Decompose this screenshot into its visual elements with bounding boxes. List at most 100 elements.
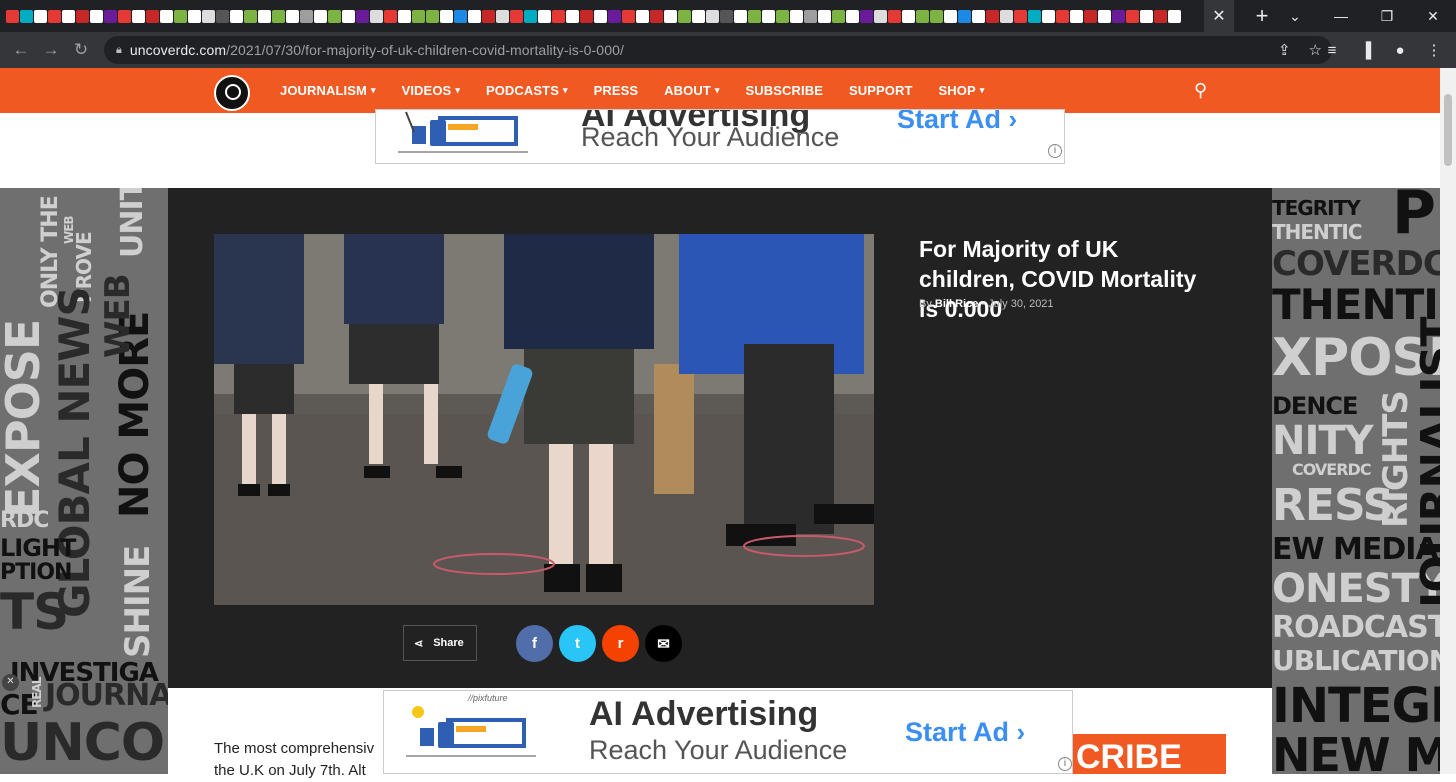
tab-favicon[interactable]: [874, 9, 887, 23]
page-scrollbar[interactable]: [1440, 68, 1456, 774]
address-bar[interactable]: 🔒︎ uncoverdc.com/2021/07/30/for-majority…: [104, 36, 1332, 64]
tab-favicon[interactable]: [832, 9, 845, 23]
tab-favicon[interactable]: [146, 9, 159, 23]
forward-arrow-icon[interactable]: →: [36, 40, 66, 60]
tab-favicon[interactable]: [1056, 9, 1069, 23]
tab-favicon[interactable]: [986, 9, 999, 23]
tab-close-icon[interactable]: ✕: [1210, 6, 1228, 26]
tab-favicon[interactable]: [860, 9, 873, 23]
author-link[interactable]: Bill Rice: [935, 298, 978, 310]
tab-favicon[interactable]: [510, 9, 523, 23]
site-logo[interactable]: [214, 75, 250, 111]
share-button[interactable]: ⋖ Share: [403, 625, 477, 661]
tab-favicon[interactable]: [440, 9, 453, 23]
tab-favicon[interactable]: [902, 9, 915, 23]
tab-favicon[interactable]: [524, 9, 537, 23]
active-tab[interactable]: ✕: [1204, 0, 1234, 32]
tab-favicon[interactable]: [678, 9, 691, 23]
tab-favicon[interactable]: [720, 9, 733, 23]
close-ad-icon[interactable]: ✕: [2, 674, 19, 691]
tab-favicon[interactable]: [1014, 9, 1027, 23]
tab-favicon[interactable]: [1028, 9, 1041, 23]
new-tab-button[interactable]: +: [1250, 3, 1274, 29]
tab-favicon[interactable]: [566, 9, 579, 23]
minimize-button[interactable]: —: [1318, 8, 1364, 24]
tab-favicon[interactable]: [496, 9, 509, 23]
twitter-share-button[interactable]: t: [559, 625, 596, 662]
tab-favicon[interactable]: [1140, 9, 1153, 23]
tab-favicon[interactable]: [748, 9, 761, 23]
tab-favicon[interactable]: [1098, 9, 1111, 23]
tab-favicon[interactable]: [972, 9, 985, 23]
nav-item-shop[interactable]: SHOP ▾: [939, 83, 985, 98]
tab-favicon[interactable]: [230, 9, 243, 23]
facebook-share-button[interactable]: f: [516, 625, 553, 662]
tab-favicon[interactable]: [454, 9, 467, 23]
tab-favicon[interactable]: [356, 9, 369, 23]
nav-item-podcasts[interactable]: PODCASTS ▾: [486, 83, 568, 98]
ad-info-icon[interactable]: i: [1048, 144, 1062, 158]
tab-favicon[interactable]: [314, 9, 327, 23]
top-ad-banner[interactable]: AI Advertising Reach Your Audience Start…: [375, 109, 1065, 164]
tab-favicon[interactable]: [300, 9, 313, 23]
tab-favicon[interactable]: [916, 9, 929, 23]
url-text[interactable]: uncoverdc.com/2021/07/30/for-majority-of…: [130, 42, 624, 58]
tab-favicon[interactable]: [692, 9, 705, 23]
scrollbar-thumb[interactable]: [1444, 94, 1452, 166]
tab-favicon[interactable]: [608, 9, 621, 23]
tab-favicon[interactable]: [818, 9, 831, 23]
nav-item-subscribe[interactable]: SUBSCRIBE: [746, 83, 823, 98]
tab-favicon[interactable]: [118, 9, 131, 23]
tab-favicon[interactable]: [76, 9, 89, 23]
tab-favicon[interactable]: [804, 9, 817, 23]
ad-start-button[interactable]: Start Ad ›: [897, 110, 1017, 135]
tab-favicon[interactable]: [286, 9, 299, 23]
tab-favicon[interactable]: [188, 9, 201, 23]
tab-favicon[interactable]: [370, 9, 383, 23]
tab-favicon[interactable]: [650, 9, 663, 23]
tab-favicon[interactable]: [594, 9, 607, 23]
tab-favicon[interactable]: [426, 9, 439, 23]
tab-favicon[interactable]: [328, 9, 341, 23]
search-icon[interactable]: ⚲: [1194, 80, 1207, 101]
tab-favicon[interactable]: [468, 9, 481, 23]
close-window-button[interactable]: ✕: [1410, 8, 1456, 25]
tab-favicon[interactable]: [104, 9, 117, 23]
bottom-ad-banner[interactable]: //pixfuture AI Advertising Reach Your Au…: [383, 690, 1073, 774]
side-panel-icon[interactable]: ▐: [1356, 42, 1376, 59]
tab-favicon[interactable]: [538, 9, 551, 23]
tab-favicon[interactable]: [622, 9, 635, 23]
tab-favicon[interactable]: [6, 9, 19, 23]
reddit-share-button[interactable]: r: [602, 625, 639, 662]
tab-favicon[interactable]: [552, 9, 565, 23]
nav-item-press[interactable]: PRESS: [594, 83, 639, 98]
tab-favicon[interactable]: [48, 9, 61, 23]
tab-favicon[interactable]: [580, 9, 593, 23]
tab-favicons[interactable]: [0, 0, 1200, 32]
tab-favicon[interactable]: [412, 9, 425, 23]
chrome-menu-icon[interactable]: ⋮: [1424, 41, 1444, 59]
back-arrow-icon[interactable]: ←: [6, 40, 36, 60]
tab-favicon[interactable]: [930, 9, 943, 23]
tab-search-icon[interactable]: ⌄: [1272, 8, 1318, 25]
tab-favicon[interactable]: [258, 9, 271, 23]
tab-favicon[interactable]: [734, 9, 747, 23]
tab-favicon[interactable]: [160, 9, 173, 23]
tab-favicon[interactable]: [398, 9, 411, 23]
subscribe-widget[interactable]: CRIBE: [1072, 734, 1226, 774]
tab-favicon[interactable]: [706, 9, 719, 23]
tab-favicon[interactable]: [888, 9, 901, 23]
nav-item-videos[interactable]: VIDEOS ▾: [402, 83, 460, 98]
nav-item-journalism[interactable]: JOURNALISM ▾: [280, 83, 376, 98]
tab-favicon[interactable]: [664, 9, 677, 23]
nav-item-about[interactable]: ABOUT ▾: [664, 83, 719, 98]
email-share-button[interactable]: ✉: [645, 625, 682, 662]
tab-favicon[interactable]: [132, 9, 145, 23]
profile-avatar-icon[interactable]: ●: [1390, 42, 1410, 59]
tab-favicon[interactable]: [636, 9, 649, 23]
tab-favicon[interactable]: [1000, 9, 1013, 23]
tab-favicon[interactable]: [1112, 9, 1125, 23]
tab-favicon[interactable]: [174, 9, 187, 23]
media-control-icon[interactable]: ≡: [1322, 42, 1342, 59]
tab-favicon[interactable]: [90, 9, 103, 23]
